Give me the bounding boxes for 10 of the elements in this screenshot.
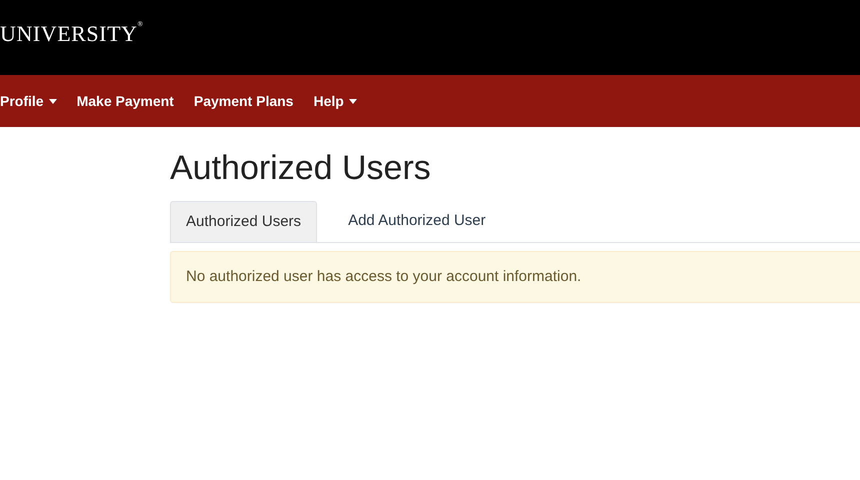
nav-link[interactable]: Make Payment <box>76 90 174 112</box>
alert-message: No authorized user has access to your account information. <box>170 251 860 303</box>
nav-link[interactable]: Payment Plans <box>194 90 294 112</box>
caret-icon <box>348 98 357 104</box>
tab[interactable]: Authorized Users <box>170 201 318 242</box>
nav-link[interactable]: Profile <box>0 90 57 112</box>
page-title: Authorized Users <box>170 148 432 189</box>
caret-icon <box>48 98 57 104</box>
tab[interactable]: Add Authorized User <box>333 201 501 242</box>
nav-link[interactable]: Help <box>313 90 357 112</box>
